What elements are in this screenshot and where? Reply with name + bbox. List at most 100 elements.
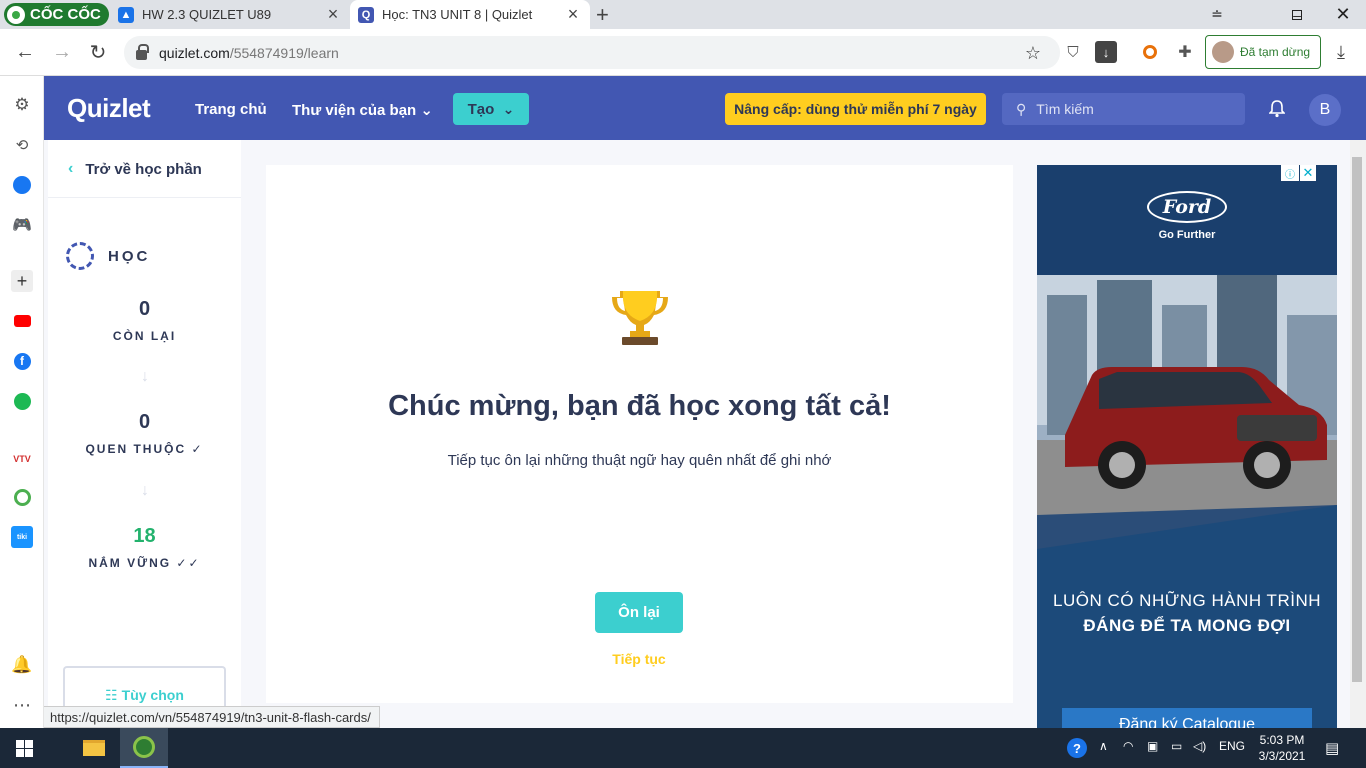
vtv-go-icon[interactable]: VTV [11, 448, 33, 470]
chevron-down-icon: ⌄ [502, 100, 515, 117]
back-label: Trở về học phần [85, 160, 202, 178]
person-favicon-icon: ▲ [118, 6, 134, 23]
tab-hw-quizlet[interactable]: ▲ HW 2.3 QUIZLET U89 × [110, 0, 350, 29]
tray-chevron-icon[interactable]: ∧ [1099, 739, 1108, 753]
arrow-down-icon: ↓ [141, 368, 149, 385]
notifications-icon[interactable] [1263, 97, 1291, 121]
stat-familiar-text: QUEN THUỘC [85, 442, 187, 456]
download-extension-icon[interactable]: ↓ [1095, 41, 1117, 63]
url-host: quizlet.com [159, 44, 230, 61]
page-content: ‹ Trở về học phần HỌC 0 CÒN LẠI ↓ 0 QUEN… [44, 140, 1350, 728]
facebook-icon[interactable]: f [11, 350, 33, 372]
add-shortcut-icon[interactable]: + [11, 270, 33, 292]
tab-title: Học: TN3 UNIT 8 | Quizlet [382, 7, 533, 22]
nav-library[interactable]: Thư viện của bạn ⌄ [292, 101, 433, 119]
clock-date: 3/3/2021 [1258, 749, 1306, 763]
options-label: Tùy chọn [121, 687, 184, 703]
ad-catalogue-button[interactable]: Đăng ký Catalogue [1062, 708, 1312, 728]
chevron-left-icon: ‹ [68, 160, 74, 177]
close-window-button[interactable]: ✕ [1320, 0, 1366, 29]
ad-tagline: Go Further [1158, 229, 1216, 241]
close-tab-icon[interactable]: × [564, 4, 582, 25]
completion-title: Chúc mừng, bạn đã học xong tất cả! [388, 390, 891, 422]
restore-button[interactable] [1274, 0, 1320, 29]
profile-avatar [1212, 41, 1234, 63]
tab-quizlet-learn[interactable]: Q Học: TN3 UNIT 8 | Quizlet × [350, 0, 590, 29]
tab-search-icon[interactable]: ≐ [1194, 0, 1240, 29]
tab-title: HW 2.3 QUIZLET U89 [142, 7, 272, 22]
divider [48, 197, 241, 198]
ad-car-image [1037, 275, 1337, 549]
lock-icon [136, 43, 149, 60]
profile-status: Đã tạm dừng [1240, 45, 1311, 59]
nav-home[interactable]: Trang chủ [195, 101, 267, 118]
stat-familiar: 0 QUEN THUỘC ✓ [48, 411, 241, 456]
coccoc-extension-icon[interactable] [1139, 41, 1161, 63]
stat-remaining-label: CÒN LẠI [112, 329, 177, 343]
game-icon[interactable]: 🎮 [11, 214, 33, 236]
reload-button[interactable]: ↻ [85, 39, 111, 65]
coccoc-taskbar-icon[interactable] [120, 728, 168, 768]
settings-gear-icon[interactable]: ⚙ [11, 94, 33, 116]
windows-taskbar: ? ∧ ◠ ▣ ▭ ◁) ENG 5:03 PM 3/3/2021 ▤ [0, 728, 1366, 768]
adchoices-icon[interactable]: ⓘ [1281, 165, 1299, 181]
continue-link[interactable]: Tiếp tục [595, 651, 683, 667]
stat-mastered-value: 18 [133, 525, 156, 547]
learn-sidebar: ‹ Trở về học phần HỌC 0 CÒN LẠI ↓ 0 QUEN… [48, 140, 241, 728]
completion-card: Chúc mừng, bạn đã học xong tất cả! Tiếp … [266, 165, 1013, 703]
url-path: /554874919/learn [229, 44, 339, 61]
scrollbar-thumb[interactable] [1352, 157, 1362, 682]
quizlet-logo[interactable]: Quizlet [67, 93, 151, 124]
language-indicator[interactable]: ENG [1219, 739, 1245, 753]
bookmark-star-icon[interactable]: ☆ [1022, 42, 1044, 64]
back-button[interactable]: ← [12, 39, 38, 65]
stat-mastered-text: NẮM VỮNG [88, 556, 172, 570]
notification-bell-icon[interactable]: 🔔 [11, 654, 33, 676]
shield-extension-icon[interactable]: ⛉ [1062, 41, 1084, 63]
battery-icon[interactable]: ▭ [1171, 739, 1182, 753]
profile-button[interactable]: Đã tạm dừng [1205, 35, 1321, 69]
ad-close-icon[interactable]: ✕ [1300, 165, 1316, 181]
ford-advertisement[interactable]: Ford Go Further LUÔN CÓ NHỮNG HÀNH TRÌNH… [1037, 165, 1337, 728]
create-button[interactable]: Tạo ⌄ [453, 93, 529, 125]
chevron-down-icon: ⌄ [420, 102, 433, 119]
more-dots-icon[interactable]: ⋯ [11, 694, 33, 716]
downloads-icon[interactable]: ⤓ [1330, 41, 1352, 63]
search-icon: ⚲ [1016, 100, 1027, 117]
close-tab-icon[interactable]: × [324, 4, 342, 25]
coccoc-map-icon[interactable] [11, 486, 33, 508]
new-tab-button[interactable]: + [596, 2, 609, 28]
system-clock[interactable]: 5:03 PM 3/3/2021 [1254, 732, 1310, 764]
upgrade-button[interactable]: Nâng cấp: dùng thử miễn phí 7 ngày [725, 93, 986, 125]
spotify-icon[interactable] [11, 390, 33, 412]
messenger-icon[interactable] [11, 174, 33, 196]
review-button[interactable]: Ôn lại [595, 592, 683, 633]
browser-toolbar: ← → ↻ quizlet.com/554874919/learn ☆ ⛉ ↓ … [0, 29, 1366, 76]
wifi-icon[interactable]: ◠ [1123, 739, 1133, 753]
ford-logo: Ford [1147, 191, 1227, 223]
file-explorer-icon[interactable] [70, 728, 118, 768]
search-input[interactable]: ⚲ Tìm kiếm [1002, 93, 1245, 125]
ad-headline-line2: ĐÁNG ĐỂ TA MONG ĐỢI [1083, 616, 1291, 635]
volume-icon[interactable]: ◁) [1193, 739, 1206, 753]
youtube-icon[interactable] [11, 310, 33, 332]
windows-start-icon[interactable] [0, 728, 48, 768]
check-icon: ✓ [191, 442, 204, 456]
puzzle-extensions-icon[interactable]: ✚ [1174, 41, 1196, 63]
user-avatar[interactable]: B [1309, 94, 1341, 126]
address-bar[interactable]: quizlet.com/554874919/learn ☆ [124, 36, 1060, 69]
tiki-icon[interactable]: tiki [11, 526, 33, 548]
quizlet-favicon-icon: Q [358, 6, 374, 23]
forward-button[interactable]: → [49, 39, 75, 65]
nav-library-label: Thư viện của bạn [292, 102, 417, 119]
completion-subtitle: Tiếp tục ôn lại những thuật ngữ hay quên… [447, 452, 832, 469]
device-icon[interactable]: ▣ [1147, 739, 1158, 753]
coccoc-menu-button[interactable]: CỐC CỐC [4, 3, 109, 26]
arrow-down-icon: ↓ [141, 482, 149, 499]
action-center-icon[interactable]: ▤ [1325, 739, 1339, 757]
help-icon[interactable]: ? [1064, 728, 1090, 768]
learn-mode-icon [66, 242, 94, 270]
back-to-set-link[interactable]: ‹ Trở về học phần [68, 160, 202, 178]
history-icon[interactable]: ⟲ [11, 134, 33, 156]
stat-familiar-value: 0 [138, 411, 151, 433]
